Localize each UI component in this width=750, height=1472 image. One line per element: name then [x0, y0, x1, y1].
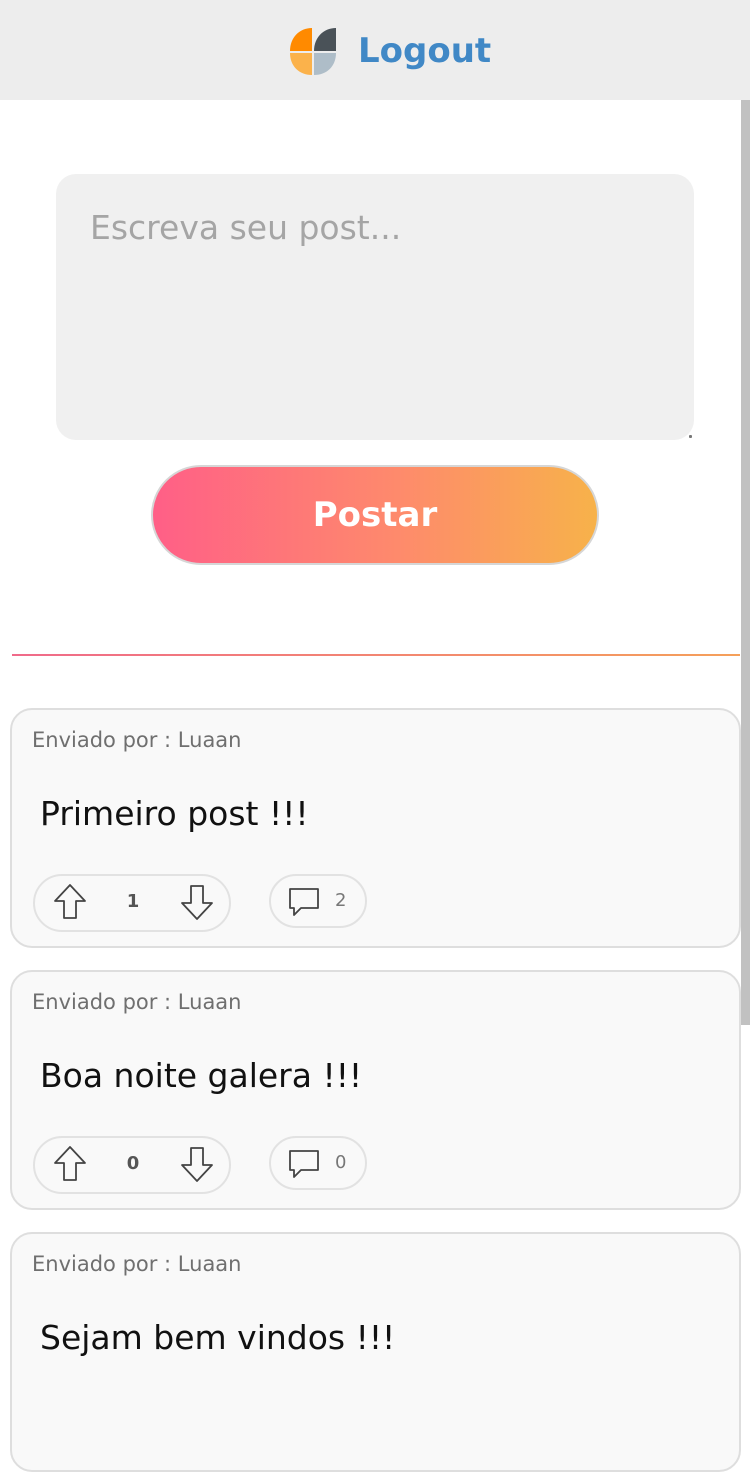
comments-button[interactable]: 0	[269, 1136, 367, 1190]
arrow-up-icon[interactable]	[53, 883, 87, 921]
speech-bubble-icon	[289, 888, 319, 916]
post-author: Enviado por : Luaan	[32, 1252, 242, 1276]
speech-bubble-icon	[289, 1150, 319, 1178]
section-divider	[12, 654, 740, 656]
arrow-down-icon[interactable]	[180, 883, 214, 921]
post-text: Sejam bem vindos !!!	[40, 1318, 396, 1357]
resize-handle[interactable]	[689, 435, 692, 438]
post-text: Boa noite galera !!!	[40, 1056, 363, 1095]
vote-count: 1	[126, 891, 140, 912]
post-card: Enviado por : Luaan Sejam bem vindos !!!	[10, 1232, 741, 1472]
post-author: Enviado por : Luaan	[32, 728, 242, 752]
post-author: Enviado por : Luaan	[32, 990, 242, 1014]
post-button[interactable]: Postar	[151, 465, 599, 565]
post-card: Enviado por : Luaan Primeiro post !!! 1 …	[10, 708, 741, 948]
scrollbar-thumb[interactable]	[741, 100, 750, 1025]
arrow-up-icon[interactable]	[53, 1145, 87, 1183]
app-logo-icon	[290, 28, 336, 75]
post-text-input[interactable]	[56, 174, 694, 440]
logout-link[interactable]: Logout	[358, 28, 491, 74]
comment-count: 0	[335, 1152, 347, 1173]
top-header: Logout	[0, 0, 750, 100]
vote-control: 0	[33, 1136, 231, 1194]
comment-count: 2	[335, 890, 347, 911]
arrow-down-icon[interactable]	[180, 1145, 214, 1183]
post-card: Enviado por : Luaan Boa noite galera !!!…	[10, 970, 741, 1210]
vote-control: 1	[33, 874, 231, 932]
post-text: Primeiro post !!!	[40, 794, 309, 833]
comments-button[interactable]: 2	[269, 874, 367, 928]
post-composer	[56, 174, 694, 440]
vote-count: 0	[126, 1153, 140, 1174]
